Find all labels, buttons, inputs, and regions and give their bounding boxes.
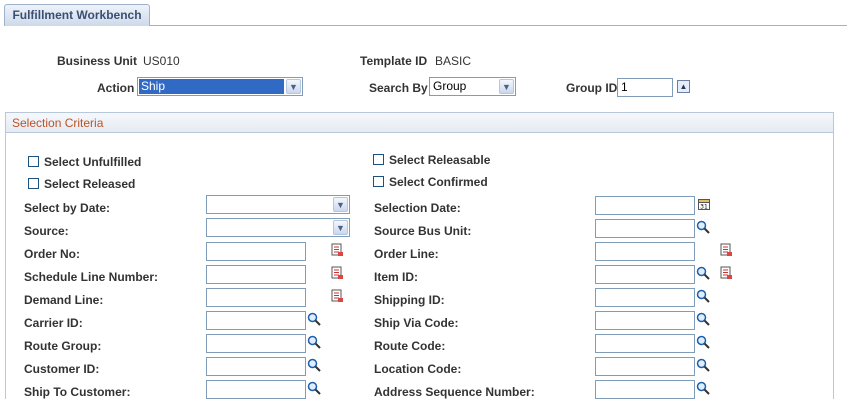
order-no-input[interactable] bbox=[206, 242, 306, 261]
magnifier-icon[interactable] bbox=[307, 381, 321, 395]
select-by-date-label: Select by Date: bbox=[24, 201, 111, 215]
search-by-select[interactable]: Group ▼ bbox=[429, 77, 516, 96]
schedule-line-number-label: Schedule Line Number: bbox=[24, 270, 159, 284]
select-confirmed-checkbox[interactable] bbox=[373, 176, 384, 187]
magnifier-icon[interactable] bbox=[696, 358, 710, 372]
carrier-id-input[interactable] bbox=[206, 311, 306, 330]
business-unit-label: Business Unit bbox=[57, 54, 138, 68]
route-group-input[interactable] bbox=[206, 334, 306, 353]
location-code-label: Location Code: bbox=[374, 362, 462, 376]
select-released-label: Select Released bbox=[44, 177, 136, 191]
route-code-input[interactable] bbox=[595, 334, 695, 353]
source-bus-unit-label: Source Bus Unit: bbox=[374, 224, 472, 238]
magnifier-icon[interactable] bbox=[696, 312, 710, 326]
select-unfulfilled-checkbox[interactable] bbox=[28, 156, 39, 167]
group-id-label: Group ID bbox=[566, 81, 618, 95]
calendar-icon[interactable]: 31 bbox=[697, 197, 711, 211]
select-releasable-checkbox[interactable] bbox=[373, 154, 384, 165]
location-code-input[interactable] bbox=[595, 357, 695, 376]
address-sequence-number-input[interactable] bbox=[595, 380, 695, 399]
chevron-down-icon[interactable]: ▼ bbox=[333, 220, 348, 235]
document-list-icon[interactable] bbox=[330, 243, 344, 257]
selection-criteria-title: Selection Criteria bbox=[6, 113, 833, 133]
address-sequence-number-label: Address Sequence Number: bbox=[374, 385, 535, 399]
shipping-id-input[interactable] bbox=[595, 288, 695, 307]
select-confirmed-label: Select Confirmed bbox=[389, 175, 488, 189]
document-list-icon[interactable] bbox=[719, 243, 733, 257]
chevron-down-icon[interactable]: ▼ bbox=[286, 79, 301, 94]
magnifier-icon[interactable] bbox=[307, 335, 321, 349]
route-code-label: Route Code: bbox=[374, 339, 446, 353]
up-arrow-icon[interactable]: ▲ bbox=[677, 80, 690, 93]
chevron-down-icon[interactable]: ▼ bbox=[333, 197, 348, 212]
chevron-down-icon[interactable]: ▼ bbox=[499, 79, 514, 94]
template-id-label: Template ID bbox=[360, 54, 428, 68]
source-label: Source: bbox=[24, 224, 69, 238]
tab-fulfillment-workbench[interactable]: Fulfillment Workbench bbox=[4, 4, 150, 26]
search-by-label: Search By bbox=[369, 81, 428, 95]
business-unit-value: US010 bbox=[143, 54, 180, 68]
shipping-id-label: Shipping ID: bbox=[374, 293, 445, 307]
ship-via-code-label: Ship Via Code: bbox=[374, 316, 459, 330]
ship-to-customer-label: Ship To Customer: bbox=[24, 385, 131, 399]
action-selected-value: Ship bbox=[139, 79, 284, 94]
item-id-label: Item ID: bbox=[374, 270, 419, 284]
select-unfulfilled-label: Select Unfulfilled bbox=[44, 155, 142, 169]
demand-line-input[interactable] bbox=[206, 288, 306, 307]
action-select[interactable]: Ship ▼ bbox=[137, 77, 303, 96]
magnifier-icon[interactable] bbox=[696, 220, 710, 234]
demand-line-label: Demand Line: bbox=[24, 293, 104, 307]
document-list-icon[interactable] bbox=[330, 266, 344, 280]
carrier-id-label: Carrier ID: bbox=[24, 316, 83, 330]
order-line-label: Order Line: bbox=[374, 247, 439, 261]
magnifier-icon[interactable] bbox=[696, 266, 710, 280]
select-released-checkbox[interactable] bbox=[28, 178, 39, 189]
customer-id-input[interactable] bbox=[206, 357, 306, 376]
schedule-line-number-input[interactable] bbox=[206, 265, 306, 284]
route-group-label: Route Group: bbox=[24, 339, 102, 353]
document-list-icon[interactable] bbox=[330, 289, 344, 303]
ship-via-code-input[interactable] bbox=[595, 311, 695, 330]
customer-id-label: Customer ID: bbox=[24, 362, 100, 376]
item-id-input[interactable] bbox=[595, 265, 695, 284]
ship-to-customer-input[interactable] bbox=[206, 380, 306, 399]
order-line-input[interactable] bbox=[595, 242, 695, 261]
template-id-value: BASIC bbox=[435, 54, 472, 68]
magnifier-icon[interactable] bbox=[696, 381, 710, 395]
group-id-input[interactable]: 1 bbox=[617, 78, 673, 97]
source-bus-unit-input[interactable] bbox=[595, 219, 695, 238]
magnifier-icon[interactable] bbox=[307, 358, 321, 372]
select-releasable-label: Select Releasable bbox=[389, 153, 491, 167]
selection-date-label: Selection Date: bbox=[374, 201, 461, 215]
svg-text:31: 31 bbox=[700, 204, 708, 211]
selection-date-input[interactable] bbox=[595, 196, 695, 215]
search-by-selected-value: Group bbox=[433, 79, 467, 93]
action-label: Action bbox=[97, 81, 135, 95]
select-by-date-select[interactable]: ▼ bbox=[206, 195, 350, 214]
magnifier-icon[interactable] bbox=[696, 289, 710, 303]
source-select[interactable]: ▼ bbox=[206, 218, 350, 237]
tab-divider bbox=[150, 25, 847, 26]
magnifier-icon[interactable] bbox=[696, 335, 710, 349]
order-no-label: Order No: bbox=[24, 247, 81, 261]
document-list-icon[interactable] bbox=[719, 266, 733, 280]
magnifier-icon[interactable] bbox=[307, 312, 321, 326]
